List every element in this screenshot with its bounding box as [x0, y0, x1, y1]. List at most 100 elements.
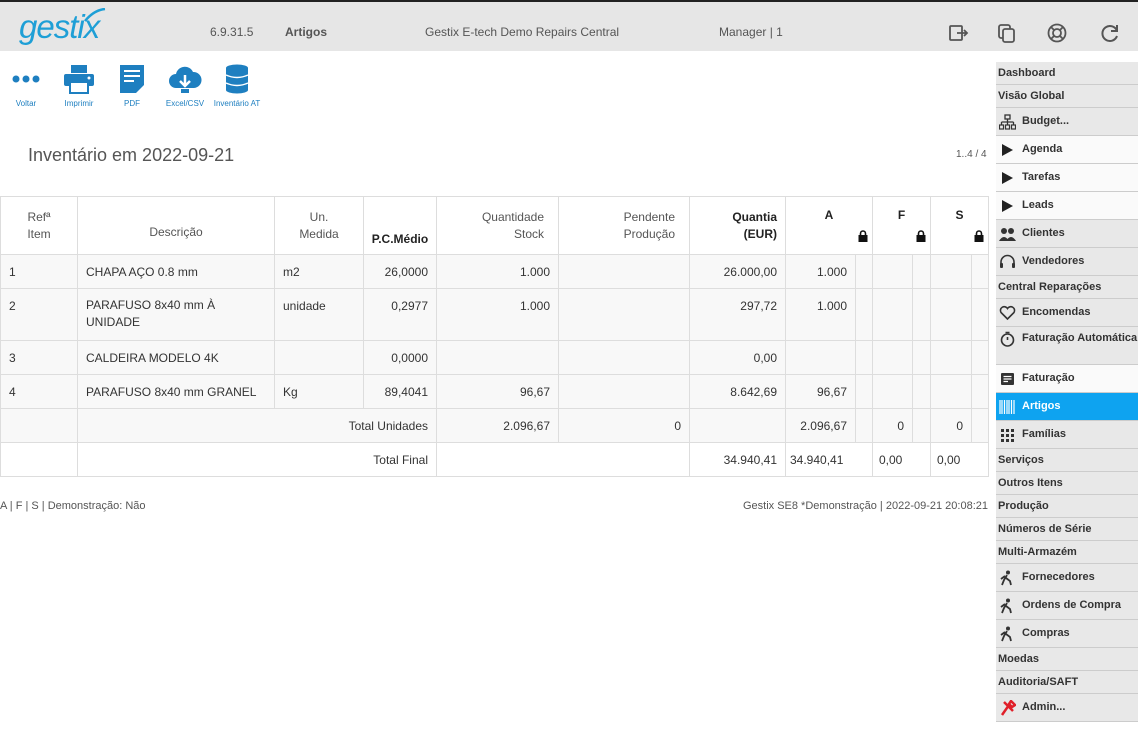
header-s[interactable]: S: [930, 196, 989, 255]
sidebar-item-moedas[interactable]: Moedas: [996, 648, 1138, 671]
sidebar-item-label: Admin...: [1022, 701, 1066, 713]
play-arrow-icon: [1002, 144, 1013, 156]
sidebar-item-label: Auditoria/SAFT: [998, 676, 1079, 688]
cell-pc-medio: 0,2977: [363, 288, 437, 341]
headset-icon: [1000, 254, 1015, 268]
header-descricao[interactable]: Descrição: [77, 196, 275, 255]
sidebar-item-label: Budget...: [1022, 115, 1070, 127]
sidebar-item-budget[interactable]: Budget...: [996, 108, 1138, 136]
sidebar-item-numeros-serie[interactable]: Números de Série: [996, 518, 1138, 541]
total-unidades-a: 2.096,67: [785, 408, 856, 443]
pdf-label: PDF: [124, 99, 140, 108]
sidebar-menu: Dashboard Visão Global Budget... Agenda …: [996, 62, 1138, 722]
sidebar-item-producao[interactable]: Produção: [996, 495, 1138, 518]
sidebar-item-encomendas[interactable]: Encomendas: [996, 299, 1138, 327]
user-info[interactable]: Manager | 1: [719, 25, 783, 39]
cell-ref: 4: [0, 374, 78, 409]
header-s-label: S: [955, 208, 964, 222]
sidebar-item-agenda[interactable]: Agenda: [996, 136, 1138, 164]
sidebar-item-outros-itens[interactable]: Outros Itens: [996, 472, 1138, 495]
header-quantidade-stock[interactable]: Quantidade Stock: [436, 196, 559, 255]
sidebar-item-label: Ordens de Compra: [1022, 599, 1122, 611]
header-f[interactable]: F: [872, 196, 931, 255]
cell-descricao: PARAFUSO 8x40 mm GRANEL: [77, 374, 275, 409]
cell-stock: 1.000: [436, 254, 559, 289]
sidebar-item-label: Leads: [1022, 199, 1054, 211]
total-unidades-stock: 2.096,67: [436, 408, 559, 443]
sidebar-item-admin[interactable]: Admin...: [996, 694, 1138, 722]
sidebar-item-leads[interactable]: Leads: [996, 192, 1138, 220]
sidebar-item-label: Encomendas: [1022, 306, 1091, 318]
excel-csv-button[interactable]: Excel/CSV: [159, 63, 211, 108]
sidebar-item-clientes[interactable]: Clientes: [996, 220, 1138, 248]
sidebar-item-tarefas[interactable]: Tarefas: [996, 164, 1138, 192]
header-unidade[interactable]: Un. Medida: [274, 196, 364, 255]
cell-pendente: [558, 254, 690, 289]
sidebar-item-ordens-compra[interactable]: Ordens de Compra: [996, 592, 1138, 620]
sidebar-item-label: Moedas: [998, 653, 1039, 665]
total-final-a: 34.940,41: [785, 442, 873, 477]
cell-quantia: 297,72: [689, 288, 786, 341]
inventario-at-button[interactable]: Inventário AT: [211, 63, 263, 108]
header-ref[interactable]: Refª Item: [0, 196, 78, 255]
sidebar-item-servicos[interactable]: Serviços: [996, 449, 1138, 472]
sidebar-item-compras[interactable]: Compras: [996, 620, 1138, 648]
cell-ref: 3: [0, 340, 78, 375]
logout-icon[interactable]: [947, 22, 969, 44]
sidebar-item-label: Outros Itens: [998, 477, 1063, 489]
sidebar-item-label: Produção: [998, 500, 1049, 512]
cell-a: 96,67: [785, 374, 856, 409]
sidebar-item-auditoria-saft[interactable]: Auditoria/SAFT: [996, 671, 1138, 694]
sidebar-item-visao-global[interactable]: Visão Global: [996, 85, 1138, 108]
sidebar-item-faturacao[interactable]: Faturação: [996, 365, 1138, 393]
sidebar-item-central-reparacoes[interactable]: Central Reparações: [996, 276, 1138, 299]
sidebar-item-vendedores[interactable]: Vendedores: [996, 248, 1138, 276]
company-name: Gestix E-tech Demo Repairs Central: [425, 25, 620, 39]
copy-window-icon[interactable]: [996, 22, 1018, 44]
header-pendente-producao[interactable]: Pendente Produção: [558, 196, 690, 255]
table-row[interactable]: 2 PARAFUSO 8x40 mm À UNIDADE unidade 0,2…: [0, 288, 989, 341]
grid-icon: [1001, 429, 1014, 442]
hand-truck-icon: [1000, 626, 1012, 642]
sidebar-item-dashboard[interactable]: Dashboard: [996, 62, 1138, 85]
cloud-download-icon: [169, 66, 202, 93]
lock-icon: [916, 230, 926, 242]
table-row[interactable]: 3 CALDEIRA MODELO 4K 0,0000 0,00: [0, 340, 989, 375]
sidebar-item-label: Famílias: [1022, 428, 1067, 440]
table-header: Refª Item Descrição Un. Medida P.C.Médio…: [0, 196, 989, 255]
cell-stock: 1.000: [436, 288, 559, 341]
refresh-icon[interactable]: [1099, 22, 1121, 44]
cell-pc-medio: 89,4041: [363, 374, 437, 409]
sidebar-item-fornecedores[interactable]: Fornecedores: [996, 564, 1138, 592]
imprimir-button[interactable]: Imprimir: [53, 63, 105, 108]
pdf-button[interactable]: PDF: [106, 63, 158, 108]
total-final-s: 0,00: [930, 442, 989, 477]
excel-csv-label: Excel/CSV: [165, 99, 205, 108]
sidebar-item-familias[interactable]: Famílias: [996, 421, 1138, 449]
header-quantia[interactable]: Quantia (EUR): [689, 196, 786, 255]
voltar-button[interactable]: Voltar: [0, 63, 52, 108]
sidebar-item-faturacao-automatica[interactable]: Faturação Automática: [996, 327, 1138, 365]
barcode-icon: [999, 400, 1015, 414]
lock-icon: [858, 230, 868, 242]
sidebar-item-label: Artigos: [1022, 400, 1061, 412]
cell-a: 1.000: [785, 254, 856, 289]
cell-unidade: unidade: [274, 288, 364, 341]
header-pc-medio[interactable]: P.C.Médio: [363, 196, 437, 255]
sidebar-item-label: Números de Série: [998, 523, 1092, 535]
inventario-at-label: Inventário AT: [213, 99, 261, 108]
total-final-quantia: 34.940,41: [689, 442, 786, 477]
section-title: Artigos: [285, 25, 327, 39]
sidebar-item-artigos[interactable]: Artigos: [996, 393, 1138, 421]
help-lifebuoy-icon[interactable]: [1046, 22, 1068, 44]
sidebar-item-multi-armazem[interactable]: Multi-Armazém: [996, 541, 1138, 564]
cell-unidade: Kg: [274, 374, 364, 409]
table-row[interactable]: 4 PARAFUSO 8x40 mm GRANEL Kg 89,4041 96,…: [0, 374, 989, 409]
top-bar: gestix 6.9.31.5 Artigos Gestix E-tech De…: [0, 0, 1138, 51]
sidebar-item-label: Multi-Armazém: [998, 546, 1077, 558]
cell-descricao: PARAFUSO 8x40 mm À UNIDADE: [77, 288, 275, 341]
table-row[interactable]: 1 CHAPA AÇO 0.8 mm m2 26,0000 1.000 26.0…: [0, 254, 989, 289]
version-text: 6.9.31.5: [210, 25, 254, 39]
cell-descricao: CHAPA AÇO 0.8 mm: [77, 254, 275, 289]
header-a[interactable]: A: [785, 196, 873, 255]
